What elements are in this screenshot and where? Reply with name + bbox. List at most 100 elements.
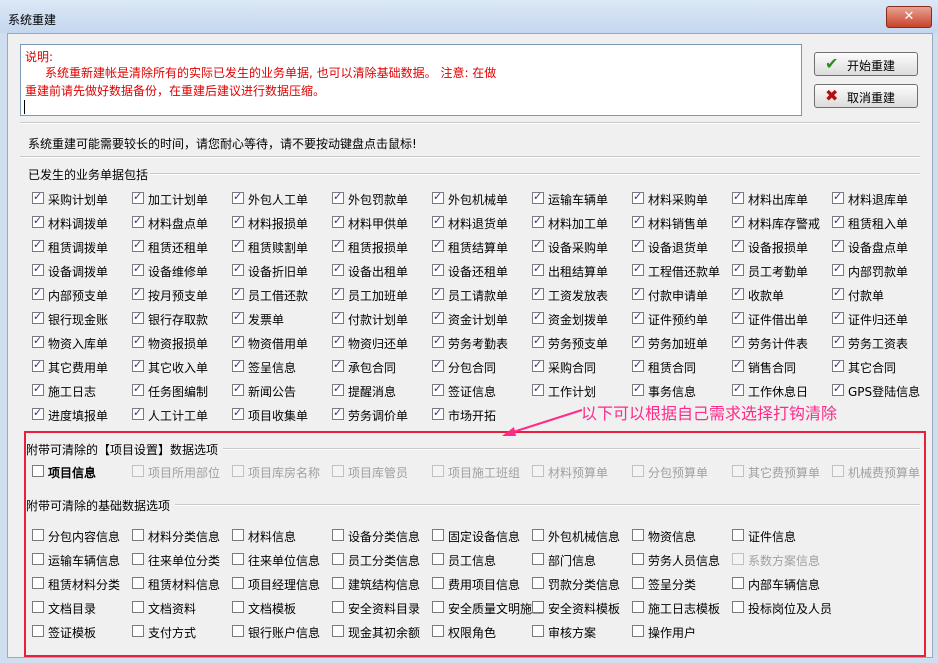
checked-checkbox-icon[interactable] xyxy=(732,214,744,228)
checked-checkbox-icon[interactable] xyxy=(232,262,244,276)
checked-checkbox-icon[interactable] xyxy=(632,262,644,276)
checked-checkbox-icon[interactable] xyxy=(32,214,44,228)
checked-checkbox-icon[interactable] xyxy=(32,262,44,276)
checked-checkbox-icon[interactable] xyxy=(32,382,44,396)
checked-checkbox-icon[interactable] xyxy=(132,382,144,396)
checked-checkbox-icon[interactable] xyxy=(132,190,144,204)
checked-checkbox-icon[interactable] xyxy=(432,334,444,348)
checkbox-icon[interactable] xyxy=(732,529,744,541)
checked-checkbox-icon[interactable] xyxy=(32,310,44,324)
checked-checkbox-icon[interactable] xyxy=(632,214,644,228)
checked-checkbox-icon[interactable] xyxy=(832,262,844,276)
checkbox-icon[interactable] xyxy=(632,529,644,541)
checkbox-icon[interactable] xyxy=(732,577,744,589)
checked-checkbox-icon[interactable] xyxy=(832,358,844,372)
checked-checkbox-icon[interactable] xyxy=(832,310,844,324)
checkbox-icon[interactable] xyxy=(632,553,644,565)
checked-checkbox-icon[interactable] xyxy=(32,238,44,252)
checkbox-icon[interactable] xyxy=(432,577,444,589)
checked-checkbox-icon[interactable] xyxy=(832,286,844,300)
checked-checkbox-icon[interactable] xyxy=(232,334,244,348)
checked-checkbox-icon[interactable] xyxy=(332,310,344,324)
checkbox-icon[interactable] xyxy=(232,577,244,589)
checkbox-icon[interactable] xyxy=(532,577,544,589)
checkbox-icon[interactable] xyxy=(332,577,344,589)
checked-checkbox-icon[interactable] xyxy=(632,190,644,204)
checked-checkbox-icon[interactable] xyxy=(132,238,144,252)
checkbox-icon[interactable] xyxy=(232,601,244,613)
checked-checkbox-icon[interactable] xyxy=(432,238,444,252)
checked-checkbox-icon[interactable] xyxy=(132,286,144,300)
checked-checkbox-icon[interactable] xyxy=(532,334,544,348)
checkbox-icon[interactable] xyxy=(632,601,644,613)
checked-checkbox-icon[interactable] xyxy=(432,358,444,372)
checked-checkbox-icon[interactable] xyxy=(832,238,844,252)
start-rebuild-button[interactable]: ✔ 开始重建 xyxy=(814,52,918,76)
checked-checkbox-icon[interactable] xyxy=(32,286,44,300)
checkbox-icon[interactable] xyxy=(32,553,44,565)
checked-checkbox-icon[interactable] xyxy=(332,406,344,420)
checked-checkbox-icon[interactable] xyxy=(232,382,244,396)
checked-checkbox-icon[interactable] xyxy=(832,382,844,396)
checked-checkbox-icon[interactable] xyxy=(432,286,444,300)
checkbox-icon[interactable] xyxy=(332,625,344,637)
checked-checkbox-icon[interactable] xyxy=(32,406,44,420)
checkbox-icon[interactable] xyxy=(332,529,344,541)
checkbox-icon[interactable] xyxy=(432,553,444,565)
checked-checkbox-icon[interactable] xyxy=(732,190,744,204)
checked-checkbox-icon[interactable] xyxy=(432,190,444,204)
checked-checkbox-icon[interactable] xyxy=(232,406,244,420)
checked-checkbox-icon[interactable] xyxy=(732,238,744,252)
checkbox-icon[interactable] xyxy=(432,529,444,541)
description-memo[interactable]: 说明: 系统重新建帐是清除所有的实际已发生的业务单据, 也可以清除基础数据。 注… xyxy=(20,44,802,116)
checkbox-icon[interactable] xyxy=(32,625,44,637)
checkbox-icon[interactable] xyxy=(32,577,44,589)
checked-checkbox-icon[interactable] xyxy=(832,190,844,204)
checked-checkbox-icon[interactable] xyxy=(632,310,644,324)
checked-checkbox-icon[interactable] xyxy=(432,382,444,396)
checked-checkbox-icon[interactable] xyxy=(132,310,144,324)
checked-checkbox-icon[interactable] xyxy=(32,334,44,348)
checked-checkbox-icon[interactable] xyxy=(232,310,244,324)
checked-checkbox-icon[interactable] xyxy=(132,214,144,228)
checked-checkbox-icon[interactable] xyxy=(632,334,644,348)
checked-checkbox-icon[interactable] xyxy=(332,358,344,372)
checkbox-icon[interactable] xyxy=(532,529,544,541)
checkbox-icon[interactable] xyxy=(32,601,44,613)
checked-checkbox-icon[interactable] xyxy=(632,238,644,252)
close-button[interactable]: ✕ xyxy=(886,6,932,28)
checked-checkbox-icon[interactable] xyxy=(232,238,244,252)
checkbox-icon[interactable] xyxy=(132,553,144,565)
checked-checkbox-icon[interactable] xyxy=(532,310,544,324)
checkbox-icon[interactable] xyxy=(332,601,344,613)
checked-checkbox-icon[interactable] xyxy=(232,358,244,372)
checked-checkbox-icon[interactable] xyxy=(632,286,644,300)
checkbox-icon[interactable] xyxy=(232,553,244,565)
checkbox-icon[interactable] xyxy=(132,601,144,613)
checked-checkbox-icon[interactable] xyxy=(32,358,44,372)
checkbox-icon[interactable] xyxy=(32,465,44,477)
checked-checkbox-icon[interactable] xyxy=(732,262,744,276)
checked-checkbox-icon[interactable] xyxy=(332,262,344,276)
checked-checkbox-icon[interactable] xyxy=(432,406,444,420)
checked-checkbox-icon[interactable] xyxy=(832,214,844,228)
checkbox-icon[interactable] xyxy=(332,553,344,565)
checked-checkbox-icon[interactable] xyxy=(732,382,744,396)
checkbox-icon[interactable] xyxy=(32,529,44,541)
checkbox-icon[interactable] xyxy=(132,625,144,637)
checked-checkbox-icon[interactable] xyxy=(132,334,144,348)
checkbox-icon[interactable] xyxy=(732,601,744,613)
checked-checkbox-icon[interactable] xyxy=(832,334,844,348)
checked-checkbox-icon[interactable] xyxy=(432,310,444,324)
checkbox-icon[interactable] xyxy=(532,601,544,613)
checked-checkbox-icon[interactable] xyxy=(632,382,644,396)
checked-checkbox-icon[interactable] xyxy=(532,286,544,300)
checked-checkbox-icon[interactable] xyxy=(632,358,644,372)
checked-checkbox-icon[interactable] xyxy=(332,214,344,228)
checkbox-icon[interactable] xyxy=(132,577,144,589)
checked-checkbox-icon[interactable] xyxy=(432,262,444,276)
checked-checkbox-icon[interactable] xyxy=(232,190,244,204)
checked-checkbox-icon[interactable] xyxy=(732,358,744,372)
checkbox-icon[interactable] xyxy=(132,529,144,541)
checkbox-icon[interactable] xyxy=(632,577,644,589)
